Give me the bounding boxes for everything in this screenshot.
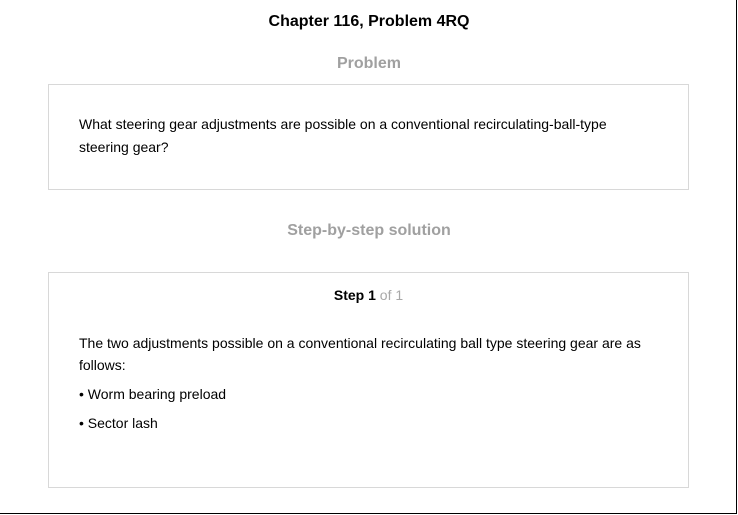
problem-heading: Problem	[336, 55, 401, 72]
step-title: Step 1 of 1	[49, 286, 688, 304]
solution-card: Step 1 of 1 The two adjustments possible…	[48, 272, 689, 488]
step-label: Step	[333, 287, 365, 303]
solution-heading: Step-by-step solution	[287, 222, 451, 239]
solution-bullet-list: • Worm bearing preload • Sector lash	[79, 385, 654, 443]
problem-text: What steering gear adjustments are possi…	[79, 116, 607, 155]
page-title: Chapter 116, Problem 4RQ	[268, 13, 470, 30]
bullet-item-worm-bearing-preload: • Worm bearing preload	[79, 386, 227, 402]
bullet-item-sector-lash: • Sector lash	[79, 415, 158, 431]
problem-card: What steering gear adjustments are possi…	[48, 84, 689, 190]
solution-text: The two adjustments possible on a conven…	[79, 335, 641, 373]
step-number: 1	[368, 287, 376, 303]
step-of-label: of 1	[379, 287, 404, 303]
